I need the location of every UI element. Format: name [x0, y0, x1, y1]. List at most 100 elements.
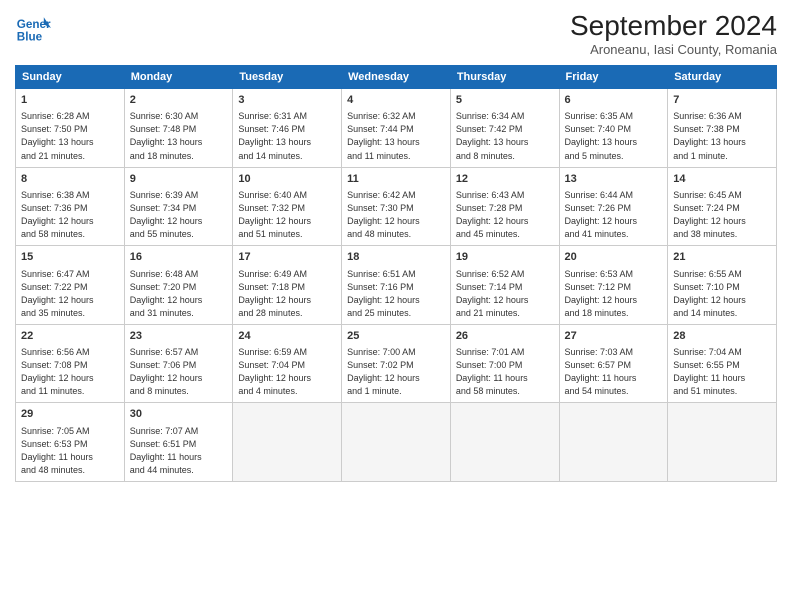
day-number: 25 [347, 329, 445, 344]
calendar-day-cell: 9 Sunrise: 6:39 AM Sunset: 7:34 PM Daylig… [124, 167, 233, 246]
day-number: 6 [565, 93, 663, 108]
day-number: 29 [21, 407, 119, 422]
day-info: Sunrise: 7:07 AM Sunset: 6:51 PM Dayligh… [130, 425, 228, 477]
day-number: 24 [238, 329, 336, 344]
day-info: Sunrise: 6:28 AM Sunset: 7:50 PM Dayligh… [21, 110, 119, 162]
day-number: 5 [456, 93, 554, 108]
day-number: 11 [347, 172, 445, 187]
weekday-header: Saturday [668, 66, 777, 89]
calendar-day-cell [450, 403, 559, 482]
calendar-day-cell: 23Sunrise: 6:57 AM Sunset: 7:06 PM Dayli… [124, 324, 233, 403]
day-info: Sunrise: 6:53 AM Sunset: 7:12 PM Dayligh… [565, 268, 663, 320]
day-number: 15 [21, 250, 119, 265]
calendar-day-cell: 16 Sunrise: 6:48 AM Sunset: 7:20 PM Dayli… [124, 246, 233, 325]
day-info: Sunrise: 6:36 AM Sunset: 7:38 PM Dayligh… [673, 110, 771, 162]
calendar-day-cell: 19Sunrise: 6:52 AM Sunset: 7:14 PM Dayli… [450, 246, 559, 325]
calendar-day-cell: 10 Sunrise: 6:40 AM Sunset: 7:32 PM Dayli… [233, 167, 342, 246]
calendar-table: SundayMondayTuesdayWednesdayThursdayFrid… [15, 65, 777, 482]
day-number: 22 [21, 329, 119, 344]
calendar-day-cell: 18 Sunrise: 6:51 AM Sunset: 7:16 PM Dayli… [342, 246, 451, 325]
day-number: 27 [565, 329, 663, 344]
logo-icon: General Blue [15, 10, 51, 46]
calendar-day-cell [559, 403, 668, 482]
day-info: Sunrise: 6:43 AM Sunset: 7:28 PM Dayligh… [456, 189, 554, 241]
calendar-day-cell: 15Sunrise: 6:47 AM Sunset: 7:22 PM Dayli… [16, 246, 125, 325]
day-number: 12 [456, 172, 554, 187]
calendar-day-cell: 6 Sunrise: 6:35 AM Sunset: 7:40 PM Daylig… [559, 89, 668, 168]
day-number: 4 [347, 93, 445, 108]
calendar-day-cell [342, 403, 451, 482]
day-number: 7 [673, 93, 771, 108]
calendar-day-cell: 25 Sunrise: 7:00 AM Sunset: 7:02 PM Dayli… [342, 324, 451, 403]
calendar-week-row: 15Sunrise: 6:47 AM Sunset: 7:22 PM Dayli… [16, 246, 777, 325]
calendar-day-cell: 21 Sunrise: 6:55 AM Sunset: 7:10 PM Dayli… [668, 246, 777, 325]
day-info: Sunrise: 6:45 AM Sunset: 7:24 PM Dayligh… [673, 189, 771, 241]
day-number: 10 [238, 172, 336, 187]
calendar-day-cell: 12 Sunrise: 6:43 AM Sunset: 7:28 PM Dayli… [450, 167, 559, 246]
day-info: Sunrise: 6:34 AM Sunset: 7:42 PM Dayligh… [456, 110, 554, 162]
calendar-day-cell: 30 Sunrise: 7:07 AM Sunset: 6:51 PM Dayli… [124, 403, 233, 482]
day-number: 21 [673, 250, 771, 265]
day-info: Sunrise: 6:40 AM Sunset: 7:32 PM Dayligh… [238, 189, 336, 241]
day-number: 1 [21, 93, 119, 108]
day-info: Sunrise: 6:42 AM Sunset: 7:30 PM Dayligh… [347, 189, 445, 241]
day-number: 18 [347, 250, 445, 265]
day-info: Sunrise: 7:00 AM Sunset: 7:02 PM Dayligh… [347, 346, 445, 398]
calendar-week-row: 22 Sunrise: 6:56 AM Sunset: 7:08 PM Dayli… [16, 324, 777, 403]
day-number: 19 [456, 250, 554, 265]
calendar-day-cell [668, 403, 777, 482]
calendar-container: General Blue September 2024 Aroneanu, Ia… [0, 0, 792, 612]
day-info: Sunrise: 6:56 AM Sunset: 7:08 PM Dayligh… [21, 346, 119, 398]
calendar-week-row: 8 Sunrise: 6:38 AM Sunset: 7:36 PM Daylig… [16, 167, 777, 246]
calendar-day-cell: 13Sunrise: 6:44 AM Sunset: 7:26 PM Dayli… [559, 167, 668, 246]
weekday-header: Friday [559, 66, 668, 89]
day-info: Sunrise: 6:48 AM Sunset: 7:20 PM Dayligh… [130, 268, 228, 320]
day-info: Sunrise: 6:59 AM Sunset: 7:04 PM Dayligh… [238, 346, 336, 398]
calendar-day-cell: 17Sunrise: 6:49 AM Sunset: 7:18 PM Dayli… [233, 246, 342, 325]
calendar-day-cell [233, 403, 342, 482]
calendar-day-cell: 5 Sunrise: 6:34 AM Sunset: 7:42 PM Daylig… [450, 89, 559, 168]
weekday-header-row: SundayMondayTuesdayWednesdayThursdayFrid… [16, 66, 777, 89]
day-info: Sunrise: 6:57 AM Sunset: 7:06 PM Dayligh… [130, 346, 228, 398]
weekday-header: Sunday [16, 66, 125, 89]
calendar-day-cell: 11 Sunrise: 6:42 AM Sunset: 7:30 PM Dayli… [342, 167, 451, 246]
weekday-header: Monday [124, 66, 233, 89]
calendar-day-cell: 3 Sunrise: 6:31 AM Sunset: 7:46 PM Daylig… [233, 89, 342, 168]
day-info: Sunrise: 6:39 AM Sunset: 7:34 PM Dayligh… [130, 189, 228, 241]
day-number: 20 [565, 250, 663, 265]
weekday-header: Tuesday [233, 66, 342, 89]
day-info: Sunrise: 6:51 AM Sunset: 7:16 PM Dayligh… [347, 268, 445, 320]
calendar-day-cell: 14 Sunrise: 6:45 AM Sunset: 7:24 PM Dayli… [668, 167, 777, 246]
day-number: 26 [456, 329, 554, 344]
calendar-day-cell: 29 Sunrise: 7:05 AM Sunset: 6:53 PM Dayli… [16, 403, 125, 482]
day-info: Sunrise: 6:35 AM Sunset: 7:40 PM Dayligh… [565, 110, 663, 162]
day-number: 30 [130, 407, 228, 422]
calendar-week-row: 1 Sunrise: 6:28 AM Sunset: 7:50 PM Daylig… [16, 89, 777, 168]
day-info: Sunrise: 7:05 AM Sunset: 6:53 PM Dayligh… [21, 425, 119, 477]
calendar-day-cell: 27 Sunrise: 7:03 AM Sunset: 6:57 PM Dayli… [559, 324, 668, 403]
day-info: Sunrise: 6:38 AM Sunset: 7:36 PM Dayligh… [21, 189, 119, 241]
weekday-header: Wednesday [342, 66, 451, 89]
day-info: Sunrise: 7:03 AM Sunset: 6:57 PM Dayligh… [565, 346, 663, 398]
day-number: 3 [238, 93, 336, 108]
day-number: 28 [673, 329, 771, 344]
day-number: 2 [130, 93, 228, 108]
calendar-day-cell: 26 Sunrise: 7:01 AM Sunset: 7:00 PM Dayli… [450, 324, 559, 403]
day-number: 16 [130, 250, 228, 265]
day-info: Sunrise: 6:55 AM Sunset: 7:10 PM Dayligh… [673, 268, 771, 320]
day-info: Sunrise: 7:04 AM Sunset: 6:55 PM Dayligh… [673, 346, 771, 398]
logo: General Blue [15, 10, 51, 46]
month-title: September 2024 [570, 10, 777, 42]
day-info: Sunrise: 6:31 AM Sunset: 7:46 PM Dayligh… [238, 110, 336, 162]
calendar-day-cell: 28 Sunrise: 7:04 AM Sunset: 6:55 PM Dayli… [668, 324, 777, 403]
header: General Blue September 2024 Aroneanu, Ia… [15, 10, 777, 57]
day-info: Sunrise: 7:01 AM Sunset: 7:00 PM Dayligh… [456, 346, 554, 398]
calendar-day-cell: 22 Sunrise: 6:56 AM Sunset: 7:08 PM Dayli… [16, 324, 125, 403]
calendar-day-cell: 8 Sunrise: 6:38 AM Sunset: 7:36 PM Daylig… [16, 167, 125, 246]
day-info: Sunrise: 6:44 AM Sunset: 7:26 PM Dayligh… [565, 189, 663, 241]
calendar-day-cell: 24 Sunrise: 6:59 AM Sunset: 7:04 PM Dayli… [233, 324, 342, 403]
calendar-day-cell: 20 Sunrise: 6:53 AM Sunset: 7:12 PM Dayli… [559, 246, 668, 325]
day-number: 9 [130, 172, 228, 187]
day-number: 8 [21, 172, 119, 187]
day-number: 14 [673, 172, 771, 187]
